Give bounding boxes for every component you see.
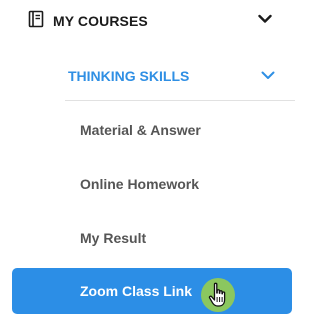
book-icon [28, 10, 44, 28]
menu-item-material-answer[interactable]: Material & Answer [0, 110, 296, 150]
hand-pointer-icon [208, 282, 226, 307]
course-thinking-skills[interactable]: THINKING SKILLS [40, 56, 296, 96]
my-courses-label: MY COURSES [53, 13, 148, 29]
menu-item-label: Online Homework [80, 176, 200, 192]
menu-item-label: My Result [80, 230, 147, 246]
sidebar-navigation: MY COURSES THINKING SKILLS Material & An… [0, 0, 296, 316]
menu-item-zoom-class-link[interactable]: Zoom Class Link [12, 268, 292, 314]
chevron-down-icon[interactable] [261, 71, 275, 80]
menu-item-label: Material & Answer [80, 122, 201, 138]
menu-item-my-result[interactable]: My Result [0, 218, 296, 258]
my-courses-toggle[interactable]: MY COURSES [0, 0, 296, 44]
menu-item-online-homework[interactable]: Online Homework [0, 164, 296, 204]
divider [65, 100, 295, 101]
course-label: THINKING SKILLS [68, 68, 190, 84]
menu-item-label: Zoom Class Link [80, 283, 193, 299]
chevron-down-icon[interactable] [258, 14, 272, 24]
